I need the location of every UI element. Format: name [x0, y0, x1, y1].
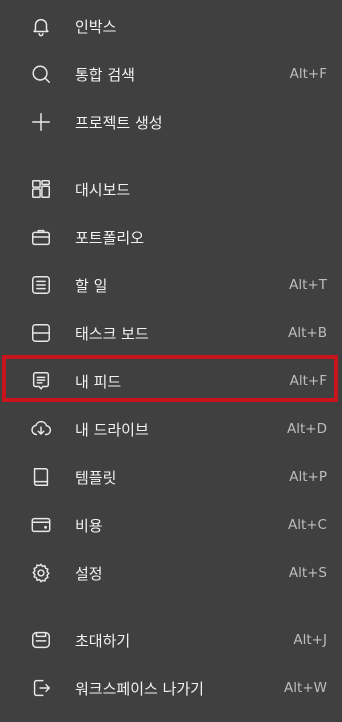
- menu-item-shortcut: Alt+F: [289, 373, 327, 389]
- menu-item-label: 대시보드: [75, 180, 131, 199]
- menu-item-label: 내 피드: [75, 372, 122, 391]
- menu-item-cost[interactable]: 비용 Alt+C: [0, 501, 342, 549]
- menu-item-shortcut: Alt+P: [289, 469, 327, 485]
- side-menu: 인박스 통합 검색 Alt+F 프로젝트 생성 대시보드 포트폴리오 할 일 A…: [0, 0, 342, 722]
- menu-item-label: 워크스페이스 나가기: [75, 679, 204, 698]
- menu-item-create-project[interactable]: 프로젝트 생성: [0, 98, 342, 146]
- menu-item-templates[interactable]: 템플릿 Alt+P: [0, 453, 342, 501]
- menu-item-label: 템플릿: [75, 468, 117, 487]
- menu-item-label: 프로젝트 생성: [75, 113, 163, 132]
- menu-item-label: 인박스: [75, 17, 117, 36]
- menu-item-shortcut: Alt+S: [288, 565, 327, 581]
- briefcase-icon: [30, 226, 52, 248]
- plus-icon: [30, 111, 52, 133]
- menu-item-shortcut: Alt+C: [287, 517, 327, 533]
- menu-item-shortcut: Alt+J: [293, 632, 327, 648]
- cloud-download-icon: [30, 418, 52, 440]
- dashboard-icon: [30, 178, 52, 200]
- menu-item-shortcut: Alt+D: [287, 421, 327, 437]
- feed-icon: [30, 370, 52, 392]
- board-icon: [30, 322, 52, 344]
- bell-icon: [30, 15, 52, 37]
- book-icon: [30, 466, 52, 488]
- menu-item-shortcut: Alt+T: [289, 277, 327, 293]
- invite-icon: [30, 629, 52, 651]
- list-icon: [30, 274, 52, 296]
- menu-item-label: 초대하기: [75, 631, 131, 650]
- menu-item-todo[interactable]: 할 일 Alt+T: [0, 261, 342, 309]
- exit-icon: [30, 677, 52, 699]
- menu-item-label: 할 일: [75, 276, 108, 295]
- menu-item-label: 내 드라이브: [75, 420, 149, 439]
- menu-item-task-board[interactable]: 태스크 보드 Alt+B: [0, 309, 342, 357]
- menu-item-dashboard[interactable]: 대시보드: [0, 165, 342, 213]
- menu-item-search[interactable]: 통합 검색 Alt+F: [0, 50, 342, 98]
- search-icon: [30, 63, 52, 85]
- menu-item-inbox[interactable]: 인박스: [0, 2, 342, 50]
- menu-item-shortcut: Alt+B: [288, 325, 327, 341]
- menu-item-shortcut: Alt+W: [284, 680, 327, 696]
- menu-item-settings[interactable]: 설정 Alt+S: [0, 549, 342, 597]
- menu-item-label: 비용: [75, 516, 103, 535]
- menu-item-my-feed[interactable]: 내 피드 Alt+F: [0, 357, 342, 405]
- wallet-icon: [30, 514, 52, 536]
- menu-item-invite[interactable]: 초대하기 Alt+J: [0, 616, 342, 664]
- menu-item-shortcut: Alt+F: [289, 66, 327, 82]
- menu-item-label: 포트폴리오: [75, 228, 145, 247]
- menu-item-portfolio[interactable]: 포트폴리오: [0, 213, 342, 261]
- menu-item-label: 통합 검색: [75, 65, 135, 84]
- menu-item-my-drive[interactable]: 내 드라이브 Alt+D: [0, 405, 342, 453]
- gear-icon: [30, 562, 52, 584]
- menu-item-leave-workspace[interactable]: 워크스페이스 나가기 Alt+W: [0, 664, 342, 712]
- menu-item-label: 태스크 보드: [75, 324, 149, 343]
- menu-item-label: 설정: [75, 564, 103, 583]
